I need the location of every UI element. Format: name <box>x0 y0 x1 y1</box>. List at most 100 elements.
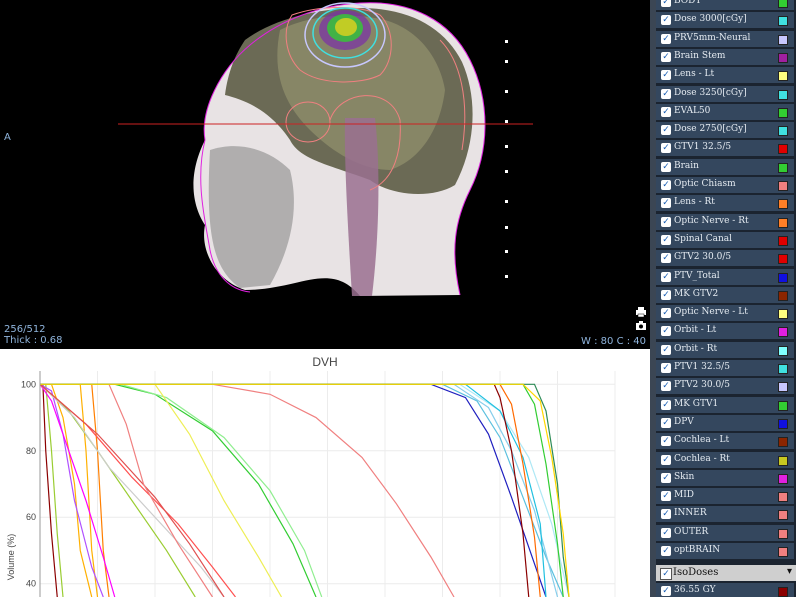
isodoses-checkbox[interactable]: ✓ <box>660 568 672 580</box>
structure-item[interactable]: ✓ Dose 2750[cGy] <box>656 122 794 140</box>
structure-item[interactable]: ✓ PRV5mm-Neural <box>656 30 794 48</box>
structure-checkbox[interactable]: ✓ <box>661 253 671 264</box>
structure-checkbox[interactable]: ✓ <box>661 271 671 282</box>
structure-checkbox[interactable]: ✓ <box>661 363 671 373</box>
structure-item[interactable]: ✓ BODY <box>656 0 794 11</box>
structure-item[interactable]: ✓ Brain Stem <box>656 48 794 66</box>
structure-item[interactable]: ✓ Optic Chiasm <box>656 177 794 194</box>
structure-item[interactable]: ✓ MID <box>656 488 794 506</box>
structure-item[interactable]: ✓ Lens - Rt <box>656 195 794 213</box>
structure-color-swatch[interactable] <box>778 89 788 100</box>
printer-icon[interactable] <box>635 306 647 318</box>
structure-checkbox[interactable]: ✓ <box>661 198 671 209</box>
structure-item[interactable]: ✓ GTV1 32.5/5 <box>656 140 794 158</box>
structure-color-swatch[interactable] <box>778 34 788 45</box>
chevron-down-icon[interactable]: ▾ <box>787 566 792 577</box>
structure-color-swatch[interactable] <box>778 181 788 191</box>
sagittal-ct-image[interactable] <box>0 0 650 348</box>
isodose-checkbox[interactable]: ✓ <box>661 586 671 596</box>
structure-color-swatch[interactable] <box>778 144 788 155</box>
structure-item[interactable]: ✓ Optic Nerve - Lt <box>656 305 794 323</box>
structure-checkbox[interactable]: ✓ <box>661 344 671 355</box>
structure-checkbox[interactable]: ✓ <box>661 454 671 465</box>
structure-item[interactable]: ✓ Spinal Canal <box>656 231 794 249</box>
isodose-item[interactable]: ✓ 36.55 GY <box>656 583 794 597</box>
structure-item[interactable]: ✓ EVAL50 <box>656 103 794 121</box>
camera-icon[interactable] <box>635 320 647 331</box>
structure-color-swatch[interactable] <box>778 235 788 246</box>
structure-item[interactable]: ✓ Lens - Lt <box>656 67 794 85</box>
structure-item[interactable]: ✓ OUTER <box>656 524 794 542</box>
structure-color-swatch[interactable] <box>778 400 788 411</box>
structure-color-swatch[interactable] <box>778 492 788 503</box>
structure-checkbox[interactable]: ✓ <box>661 88 671 99</box>
structure-checkbox[interactable]: ✓ <box>661 0 671 7</box>
structure-color-swatch[interactable] <box>778 254 788 265</box>
structure-checkbox[interactable]: ✓ <box>661 546 671 556</box>
structure-item[interactable]: ✓ PTV2 30.0/5 <box>656 378 794 396</box>
structure-item[interactable]: ✓ Orbit - Lt <box>656 323 794 341</box>
structure-checkbox[interactable]: ✓ <box>661 161 671 172</box>
structure-color-swatch[interactable] <box>778 473 788 484</box>
structure-item[interactable]: ✓ optBRAIN <box>656 543 794 560</box>
structure-item[interactable]: ✓ Dose 3250[cGy] <box>656 85 794 103</box>
structure-item[interactable]: ✓ Cochlea - Lt <box>656 433 794 451</box>
structure-item[interactable]: ✓ PTV_Total <box>656 268 794 286</box>
structure-color-swatch[interactable] <box>778 290 788 301</box>
structure-color-swatch[interactable] <box>778 345 788 356</box>
structure-color-swatch[interactable] <box>778 437 788 448</box>
structure-checkbox[interactable]: ✓ <box>661 51 671 62</box>
structure-color-swatch[interactable] <box>778 107 788 118</box>
structure-item[interactable]: ✓ Optic Nerve - Rt <box>656 213 794 231</box>
structure-color-swatch[interactable] <box>778 217 788 228</box>
structure-checkbox[interactable]: ✓ <box>661 289 671 300</box>
structure-item[interactable]: ✓ Cochlea - Rt <box>656 451 794 469</box>
structure-checkbox[interactable]: ✓ <box>661 216 671 227</box>
structure-item[interactable]: ✓ Brain <box>656 158 794 176</box>
structure-color-swatch[interactable] <box>778 327 788 338</box>
structure-color-swatch[interactable] <box>778 16 788 27</box>
structure-checkbox[interactable]: ✓ <box>661 326 671 337</box>
structure-checkbox[interactable]: ✓ <box>661 417 671 428</box>
structure-color-swatch[interactable] <box>778 272 788 283</box>
structure-item[interactable]: ✓ DPV <box>656 414 794 432</box>
isodose-color-swatch[interactable] <box>778 587 788 597</box>
structure-color-swatch[interactable] <box>778 199 788 210</box>
structure-checkbox[interactable]: ✓ <box>661 527 671 538</box>
structure-item[interactable]: ✓ Orbit - Rt <box>656 341 794 359</box>
structure-item[interactable]: ✓ PTV1 32.5/5 <box>656 360 794 377</box>
structure-color-swatch[interactable] <box>778 528 788 539</box>
structure-checkbox[interactable]: ✓ <box>661 308 671 319</box>
structure-checkbox[interactable]: ✓ <box>661 33 671 44</box>
structure-color-swatch[interactable] <box>778 0 788 8</box>
isodoses-header[interactable]: ✓ IsoDoses ▾ <box>656 565 796 581</box>
structure-checkbox[interactable]: ✓ <box>661 234 671 245</box>
structure-color-swatch[interactable] <box>778 510 788 521</box>
structure-checkbox[interactable]: ✓ <box>661 399 671 410</box>
structure-color-swatch[interactable] <box>778 364 788 374</box>
structure-item[interactable]: ✓ INNER <box>656 506 794 524</box>
structure-checkbox[interactable]: ✓ <box>661 509 671 520</box>
structure-item[interactable]: ✓ Dose 3000[cGy] <box>656 12 794 30</box>
structure-item[interactable]: ✓ MK GTV1 <box>656 396 794 414</box>
structure-color-swatch[interactable] <box>778 309 788 320</box>
structure-checkbox[interactable]: ✓ <box>661 70 671 81</box>
structure-color-swatch[interactable] <box>778 52 788 63</box>
structure-item[interactable]: ✓ MK GTV2 <box>656 286 794 304</box>
structure-color-swatch[interactable] <box>778 455 788 466</box>
structure-color-swatch[interactable] <box>778 547 788 557</box>
structure-color-swatch[interactable] <box>778 382 788 393</box>
structure-checkbox[interactable]: ✓ <box>661 106 671 117</box>
ct-viewer[interactable]: A 256/512 Thick : 0.68 W : 80 C : 40 <box>0 0 650 348</box>
structure-checkbox[interactable]: ✓ <box>661 491 671 502</box>
structure-item[interactable]: ✓ GTV2 30.0/5 <box>656 250 794 268</box>
structure-checkbox[interactable]: ✓ <box>661 180 671 190</box>
structure-checkbox[interactable]: ✓ <box>661 472 671 483</box>
structure-checkbox[interactable]: ✓ <box>661 125 671 136</box>
structure-item[interactable]: ✓ Skin <box>656 469 794 487</box>
structure-color-swatch[interactable] <box>778 418 788 429</box>
structure-color-swatch[interactable] <box>778 162 788 173</box>
structure-checkbox[interactable]: ✓ <box>661 15 671 26</box>
structure-color-swatch[interactable] <box>778 71 788 82</box>
structure-color-swatch[interactable] <box>778 126 788 137</box>
